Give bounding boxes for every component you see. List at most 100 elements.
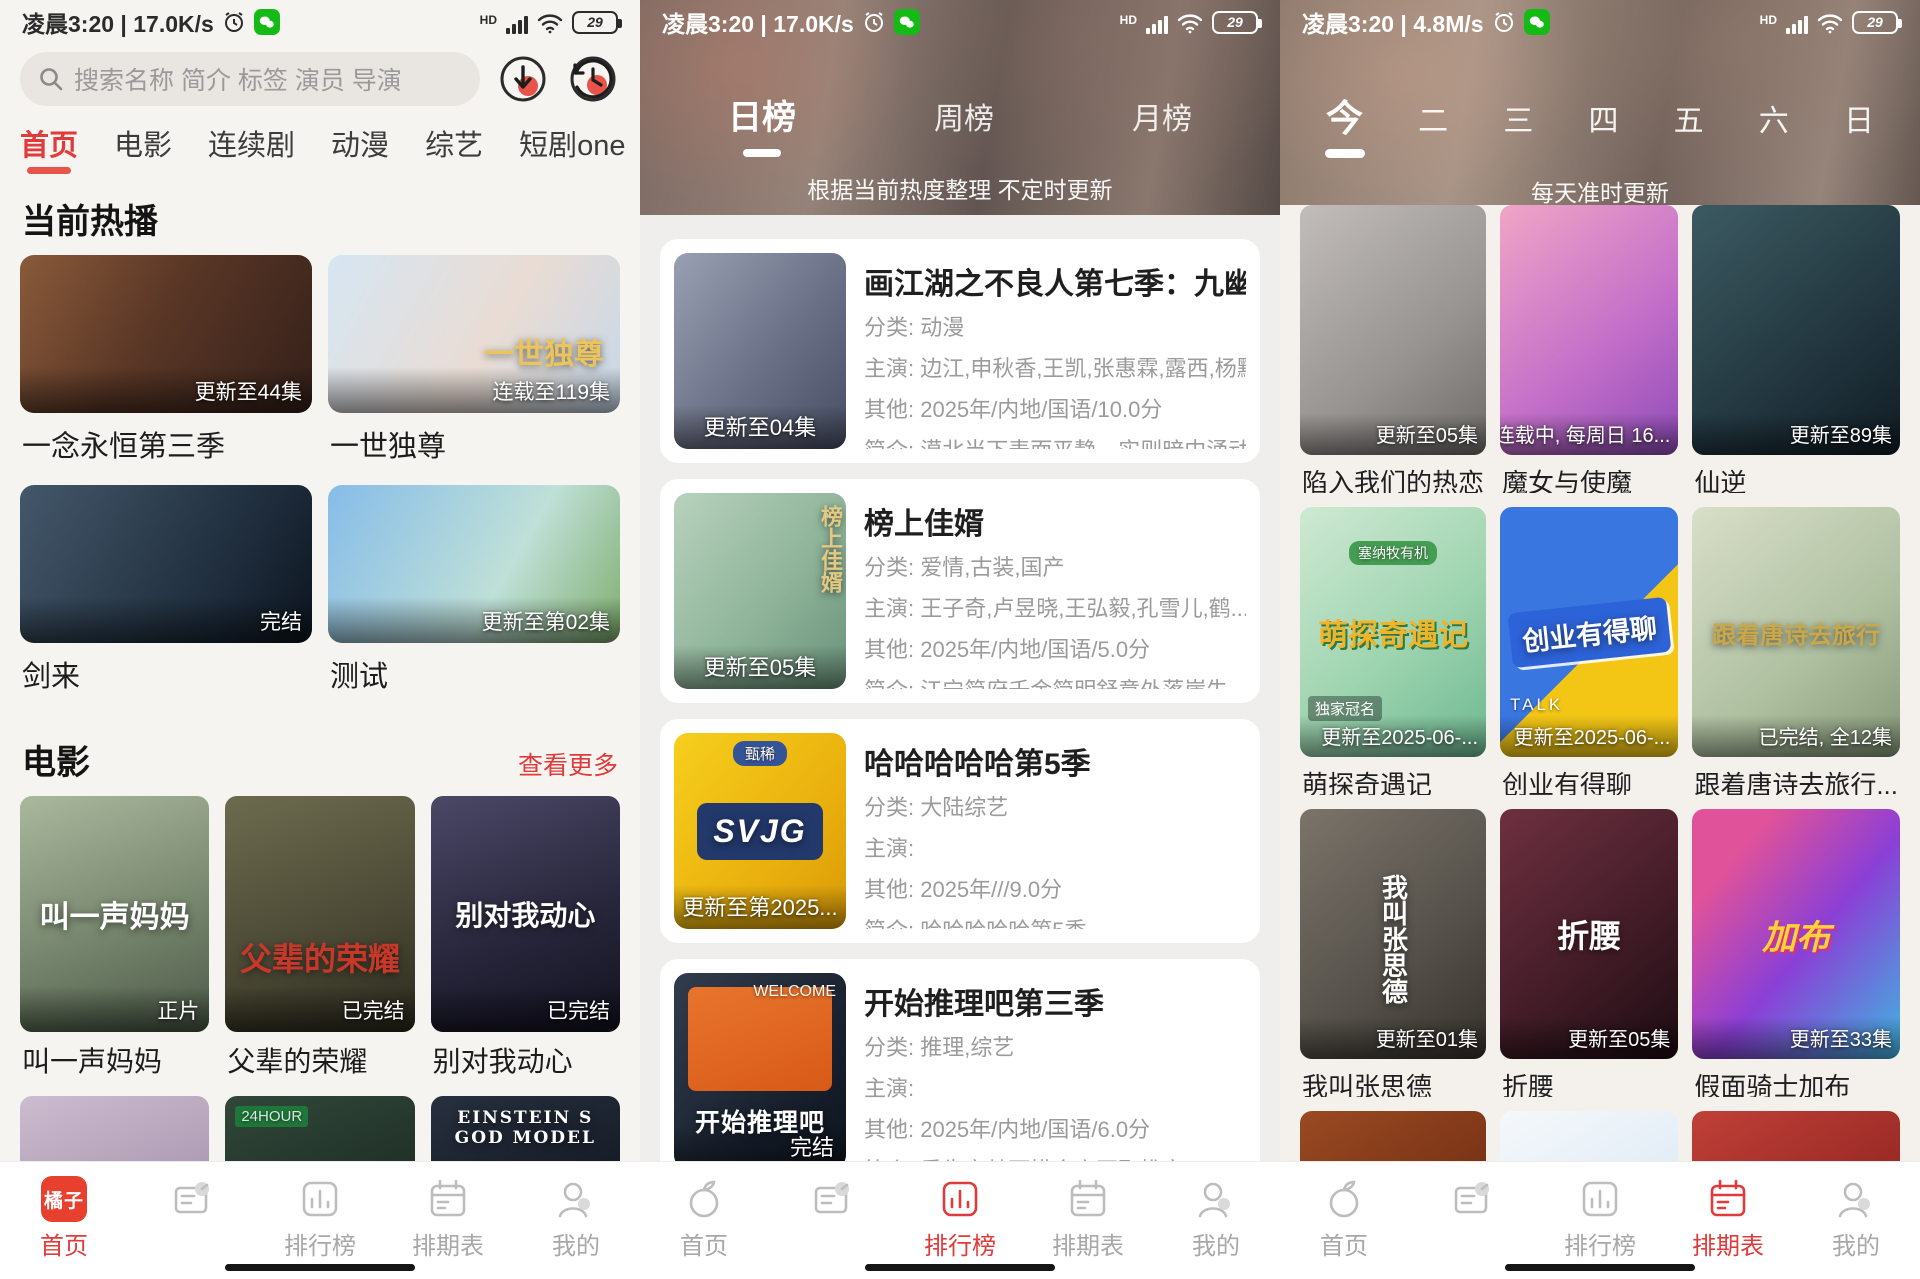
schedule-tile[interactable]: 连载中, 每周日 16... 魔女与使魔 bbox=[1500, 205, 1678, 507]
search-input[interactable]: 搜索名称 简介 标签 演员 导演 bbox=[20, 52, 480, 106]
hot-tile[interactable]: 更新至第02集 测试 bbox=[328, 485, 620, 715]
tab-weekly[interactable]: 周榜 bbox=[934, 94, 994, 138]
schedule-tile[interactable]: 更新至89集 仙逆 bbox=[1692, 205, 1900, 507]
tab-thu[interactable]: 四 bbox=[1588, 96, 1618, 140]
nav-feed[interactable] bbox=[128, 1162, 256, 1279]
poster-art: WELCOME 开始推理吧 完结 bbox=[674, 973, 846, 1169]
nav-schedule[interactable]: 排期表 bbox=[384, 1162, 512, 1279]
nav-rank[interactable]: 排行榜 bbox=[1536, 1162, 1664, 1279]
juzi-logo-icon: 橘子 bbox=[41, 1176, 87, 1222]
tile-title: 一念永恒第三季 bbox=[22, 423, 310, 465]
tab-fri[interactable]: 五 bbox=[1674, 96, 1704, 140]
tab-daily[interactable]: 日榜 bbox=[728, 90, 796, 139]
episode-badge: 完结 bbox=[260, 606, 302, 636]
tab-tue[interactable]: 二 bbox=[1418, 96, 1448, 140]
schedule-tile[interactable]: 我叫张思德 更新至01集 我叫张思德 bbox=[1300, 809, 1486, 1111]
episode-badge: 已完结, 全12集 bbox=[1759, 721, 1892, 750]
schedule-tile[interactable]: TALK 创业有得聊 更新至2025-06-... 创业有得聊 bbox=[1500, 507, 1678, 809]
nav-mine[interactable]: 我的 bbox=[512, 1162, 640, 1279]
nav-rank[interactable]: 排行榜 bbox=[256, 1162, 384, 1279]
rank-list: 更新至04集 画江湖之不良人第七季：九幽... 分类: 动漫 主演: 边江,申秋… bbox=[640, 215, 1280, 1183]
episode-badge: 更新至05集 bbox=[1568, 1023, 1670, 1052]
poster-art-text: 加布 bbox=[1692, 809, 1900, 1059]
tile-title: 萌探奇遇记 bbox=[1302, 765, 1484, 795]
tab-home[interactable]: 首页 bbox=[20, 122, 78, 174]
rank-card[interactable]: 榜上佳婿 更新至05集 榜上佳婿 分类: 爱情,古装,国产 主演: 王子奇,卢昱… bbox=[660, 479, 1260, 703]
hot-grid: 更新至44集 一念永恒第三季 一世独尊 连载至119集 一世独尊 完结 剑来 bbox=[20, 255, 620, 715]
nav-schedule[interactable]: 排期表 bbox=[1024, 1162, 1152, 1279]
tab-today[interactable]: 今 bbox=[1326, 88, 1363, 142]
movie-tile[interactable]: 别对我动心 已完结 别对我动心 bbox=[431, 796, 620, 1096]
poster-art-text: 跟着唐诗去旅行 bbox=[1692, 507, 1900, 757]
rank-item-category: 分类: 动漫 bbox=[864, 307, 1246, 348]
episode-badge: 更新至2025-06-... bbox=[1514, 721, 1671, 750]
tab-variety[interactable]: 综艺 bbox=[425, 122, 483, 174]
rank-card[interactable]: 更新至04集 画江湖之不良人第七季：九幽... 分类: 动漫 主演: 边江,申秋… bbox=[660, 239, 1260, 463]
alarm-icon bbox=[222, 10, 246, 34]
hot-tile[interactable]: 完结 剑来 bbox=[20, 485, 312, 715]
tab-shortdrama[interactable]: 短剧one bbox=[519, 122, 625, 174]
poster-sponsor-tag: 独家冠名 bbox=[1308, 696, 1382, 721]
poster-art: 连载中, 每周日 16... bbox=[1500, 205, 1678, 455]
hd-indicator: HD bbox=[1120, 13, 1137, 27]
nav-feed[interactable] bbox=[768, 1162, 896, 1279]
schedule-tile[interactable]: 跟着唐诗去旅行 已完结, 全12集 跟着唐诗去旅行... bbox=[1692, 507, 1900, 809]
schedule-icon bbox=[425, 1176, 471, 1222]
poster-art: 更新至05集 bbox=[1300, 205, 1486, 455]
nav-home[interactable]: 首页 bbox=[1280, 1162, 1408, 1279]
home-orange-icon bbox=[681, 1176, 727, 1222]
home-indicator[interactable] bbox=[1505, 1264, 1695, 1271]
tab-movies[interactable]: 电影 bbox=[114, 122, 172, 174]
rank-item-category: 分类: 大陆综艺 bbox=[864, 787, 1246, 828]
nav-rank[interactable]: 排行榜 bbox=[896, 1162, 1024, 1279]
tab-series[interactable]: 连续剧 bbox=[208, 122, 295, 174]
wechat-icon bbox=[894, 9, 920, 35]
schedule-tile[interactable]: 更新至05集 陷入我们的热恋 bbox=[1300, 205, 1486, 507]
tab-monthly[interactable]: 月榜 bbox=[1132, 94, 1192, 138]
hot-tile[interactable]: 一世独尊 连载至119集 一世独尊 bbox=[328, 255, 620, 485]
tile-title: 跟着唐诗去旅行... bbox=[1694, 765, 1898, 795]
tab-anime[interactable]: 动漫 bbox=[331, 122, 389, 174]
episode-badge: 连载中, 每周日 16... bbox=[1500, 419, 1670, 448]
movie-tile[interactable]: 父辈的荣耀 已完结 父辈的荣耀 bbox=[225, 796, 414, 1096]
episode-badge: 更新至44集 bbox=[195, 376, 302, 406]
nav-home[interactable]: 橘子 首页 bbox=[0, 1162, 128, 1279]
wifi-icon bbox=[537, 12, 563, 34]
episode-badge: 更新至05集 bbox=[1376, 419, 1478, 448]
tile-title: 魔女与使魔 bbox=[1502, 463, 1676, 493]
schedule-tile[interactable]: 折腰 更新至05集 折腰 bbox=[1500, 809, 1678, 1111]
rank-item-category: 分类: 爱情,古装,国产 bbox=[864, 547, 1246, 588]
schedule-tile[interactable]: 塞纳牧有机 萌探奇遇记 独家冠名 更新至2025-06-... 萌探奇遇记 bbox=[1300, 507, 1486, 809]
search-placeholder: 搜索名称 简介 标签 演员 导演 bbox=[74, 61, 402, 97]
tab-sun[interactable]: 日 bbox=[1844, 96, 1874, 140]
nav-label: 首页 bbox=[1320, 1226, 1368, 1254]
nav-home[interactable]: 首页 bbox=[640, 1162, 768, 1279]
rank-item-desc: 简介: 江宁简府千金简明舒意外落崖失... bbox=[864, 670, 1246, 689]
nav-label: 排行榜 bbox=[924, 1226, 996, 1254]
movie-tile[interactable]: 叫一声妈妈 正片 叫一声妈妈 bbox=[20, 796, 209, 1096]
home-indicator[interactable] bbox=[865, 1264, 1055, 1271]
hot-tile[interactable]: 更新至44集 一念永恒第三季 bbox=[20, 255, 312, 485]
home-indicator[interactable] bbox=[225, 1264, 415, 1271]
nav-label: 首页 bbox=[680, 1226, 728, 1254]
alarm-icon bbox=[862, 10, 886, 34]
nav-schedule[interactable]: 排期表 bbox=[1664, 1162, 1792, 1279]
tab-sat[interactable]: 六 bbox=[1759, 96, 1789, 140]
rank-icon bbox=[297, 1176, 343, 1222]
tile-title: 我叫张思德 bbox=[1302, 1067, 1484, 1097]
nav-feed[interactable] bbox=[1408, 1162, 1536, 1279]
rank-card[interactable]: WELCOME 开始推理吧 完结 开始推理吧第三季 分类: 推理,综艺 主演: … bbox=[660, 959, 1260, 1183]
tab-wed[interactable]: 三 bbox=[1503, 96, 1533, 140]
nav-mine[interactable]: 我的 bbox=[1152, 1162, 1280, 1279]
history-button[interactable] bbox=[566, 52, 620, 106]
rank-icon bbox=[1577, 1176, 1623, 1222]
tile-title: 假面骑士加布 bbox=[1694, 1067, 1898, 1097]
poster-art: 折腰 更新至05集 bbox=[1500, 809, 1678, 1059]
download-button[interactable] bbox=[496, 52, 550, 106]
nav-mine[interactable]: 我的 bbox=[1792, 1162, 1920, 1279]
rank-card[interactable]: 甄稀 SVJG 更新至第2025... 哈哈哈哈哈第5季 分类: 大陆综艺 主演… bbox=[660, 719, 1260, 943]
nav-label: 排行榜 bbox=[284, 1226, 356, 1254]
see-more-link[interactable]: 查看更多 bbox=[518, 746, 618, 782]
schedule-tile[interactable]: 加布 更新至33集 假面骑士加布 bbox=[1692, 809, 1900, 1111]
poster-art: 更新至第02集 bbox=[328, 485, 620, 643]
